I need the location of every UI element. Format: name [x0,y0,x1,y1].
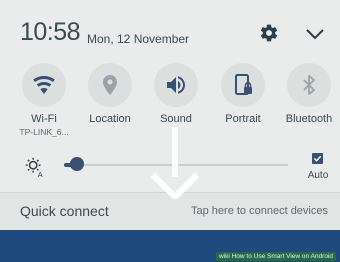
bluetooth-toggle-circle [287,63,331,107]
gear-icon[interactable] [259,23,279,43]
chevron-down-icon[interactable] [304,25,326,43]
location-toggle-circle [88,63,132,107]
quick-connect-title: Quick connect [20,203,109,219]
date: Mon, 12 November [87,32,190,46]
portrait-toggle[interactable]: Portrait [219,63,267,139]
bluetooth-toggle[interactable]: Bluetooth [285,63,333,139]
portrait-lock-icon [235,74,252,95]
brightness-auto-icon: A [25,157,43,178]
watermark: wiki How to Use Smart View on Android [215,252,336,261]
quick-connect-hint: Tap here to connect devices [191,205,328,217]
checkmark-icon [313,155,322,162]
wifi-toggle[interactable]: Wi-Fi TP-LINK_6... [19,63,69,139]
bluetooth-label: Bluetooth [285,113,333,125]
background-content: wiki How to Use Smart View on Android [0,230,340,262]
brightness-slider-thumb[interactable] [70,157,85,171]
portrait-toggle-circle [221,63,265,107]
location-icon [103,75,117,95]
status-row: 10:58 Mon, 12 November [0,0,340,60]
auto-brightness-label: Auto [307,170,329,181]
bluetooth-icon [303,75,315,95]
wifi-toggle-circle [22,63,66,107]
svg-text:A: A [38,170,43,178]
wifi-network-label: TP-LINK_6... [19,127,69,137]
wifi-icon [33,76,55,94]
sound-icon [167,76,185,94]
auto-brightness-checkbox[interactable] [312,153,323,164]
sound-toggle-circle [154,63,198,107]
clock: 10:58 [20,18,81,46]
arrow-down-icon [150,127,200,199]
location-toggle[interactable]: Location [86,63,134,139]
notification-panel: 10:58 Mon, 12 November Wi-Fi TP-LINK_6..… [0,0,340,262]
